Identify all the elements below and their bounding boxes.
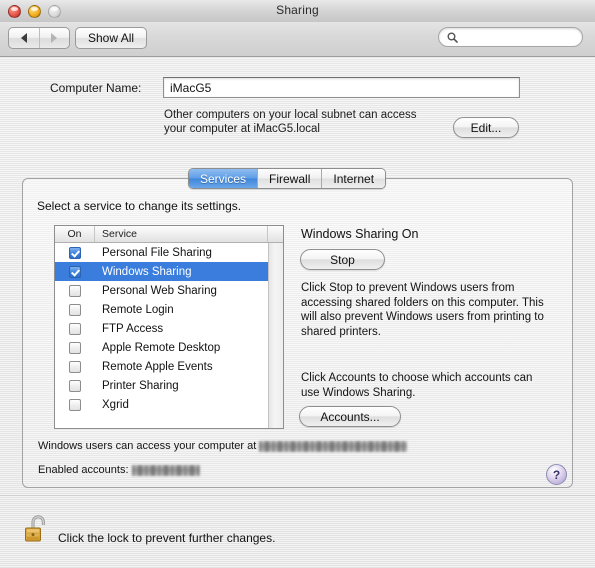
stop-button[interactable]: Stop	[300, 249, 385, 270]
enabled-accounts-status: Enabled accounts:	[38, 464, 200, 476]
computer-name-label: Computer Name:	[50, 81, 142, 95]
forward-button[interactable]	[38, 28, 70, 48]
windows-access-value-redacted	[259, 440, 408, 452]
table-row[interactable]: Apple Remote Desktop	[55, 338, 268, 357]
computer-name-hint-line1: Other computers on your local subnet can…	[164, 109, 417, 121]
tab-firewall[interactable]: Firewall	[258, 169, 323, 188]
service-on-cell[interactable]	[55, 303, 95, 316]
help-button[interactable]: ?	[546, 464, 567, 485]
computer-name-field[interactable]	[163, 77, 520, 98]
table-row[interactable]: Windows Sharing	[55, 262, 268, 281]
services-list-scrollbar[interactable]	[268, 243, 283, 428]
service-name-cell: Personal File Sharing	[102, 246, 212, 259]
window-title: Sharing	[276, 3, 319, 17]
windows-access-status: Windows users can access your computer a…	[38, 440, 408, 452]
navigation-segmented-control[interactable]	[8, 27, 70, 49]
checkbox-icon[interactable]	[69, 398, 81, 411]
accounts-button[interactable]: Accounts...	[299, 406, 401, 427]
service-name-cell: Printer Sharing	[102, 379, 179, 392]
table-row[interactable]: Remote Apple Events	[55, 357, 268, 376]
table-row[interactable]: Remote Login	[55, 300, 268, 319]
services-list-rows: Personal File Sharing Windows Sharing Pe…	[55, 243, 268, 428]
search-icon	[447, 32, 458, 43]
service-description: Click Stop to prevent Windows users from…	[301, 282, 544, 338]
checkbox-icon[interactable]	[69, 265, 81, 278]
unlocked-padlock-icon	[25, 515, 45, 542]
tab-services[interactable]: Services	[189, 169, 259, 188]
service-on-cell[interactable]	[55, 265, 95, 278]
column-header-on[interactable]: On	[55, 226, 95, 242]
service-name-cell: Remote Apple Events	[102, 360, 213, 373]
checkbox-icon[interactable]	[69, 303, 81, 316]
table-row[interactable]: Personal File Sharing	[55, 243, 268, 262]
show-all-button[interactable]: Show All	[75, 27, 148, 49]
service-on-cell[interactable]	[55, 322, 95, 335]
table-row[interactable]: Xgrid	[55, 395, 268, 414]
computer-name-hint: Other computers on your local subnet can…	[164, 108, 454, 136]
edit-button[interactable]: Edit...	[453, 117, 519, 138]
enabled-accounts-label: Enabled accounts:	[38, 464, 129, 476]
service-name-cell: Windows Sharing	[102, 265, 192, 278]
service-on-cell[interactable]	[55, 398, 95, 411]
title-bar: Sharing	[0, 0, 595, 23]
enabled-accounts-value-redacted	[131, 464, 200, 476]
checkbox-icon[interactable]	[69, 341, 81, 354]
table-row[interactable]: Personal Web Sharing	[55, 281, 268, 300]
checkbox-icon[interactable]	[69, 379, 81, 392]
accounts-description: Click Accounts to choose which accounts …	[301, 372, 533, 399]
service-name-cell: FTP Access	[102, 322, 164, 335]
services-instruction: Select a service to change its settings.	[37, 199, 242, 213]
checkbox-icon[interactable]	[69, 284, 81, 297]
service-name-cell: Apple Remote Desktop	[102, 341, 221, 354]
service-on-cell[interactable]	[55, 360, 95, 373]
computer-name-hint-line2: your computer at iMacG5.local	[164, 123, 320, 135]
service-name-cell: Xgrid	[102, 398, 129, 411]
lock-instruction-text: Click the lock to prevent further change…	[58, 531, 276, 545]
service-status-title: Windows Sharing On	[301, 227, 419, 241]
computer-name-input[interactable]	[164, 80, 519, 95]
service-name-cell: Remote Login	[102, 303, 174, 316]
services-list-header: On Service	[55, 226, 283, 243]
table-row[interactable]: Printer Sharing	[55, 376, 268, 395]
footer-divider	[0, 495, 595, 496]
back-button[interactable]	[9, 28, 39, 48]
toolbar: Show All	[0, 22, 595, 57]
services-list-body: Personal File Sharing Windows Sharing Pe…	[55, 243, 283, 428]
checkbox-icon[interactable]	[69, 322, 81, 335]
column-header-service[interactable]: Service	[95, 226, 268, 242]
service-on-cell[interactable]	[55, 246, 95, 259]
lock-button[interactable]	[24, 512, 52, 546]
service-on-cell[interactable]	[55, 341, 95, 354]
service-on-cell[interactable]	[55, 284, 95, 297]
service-name-cell: Personal Web Sharing	[102, 284, 217, 297]
column-header-pad	[268, 226, 283, 242]
forward-arrow-icon	[51, 33, 58, 43]
search-input[interactable]	[462, 31, 572, 43]
checkbox-icon[interactable]	[69, 246, 81, 259]
tab-bar: Services Firewall Internet	[188, 168, 387, 189]
search-field[interactable]	[438, 27, 583, 47]
checkbox-icon[interactable]	[69, 360, 81, 373]
back-arrow-icon	[20, 33, 27, 43]
tab-internet[interactable]: Internet	[322, 169, 386, 188]
sharing-preferences-window: Sharing Show All Computer Name: Other co…	[0, 0, 595, 568]
services-list[interactable]: On Service Personal File Sharing Windows…	[54, 225, 284, 429]
service-on-cell[interactable]	[55, 379, 95, 392]
windows-access-label: Windows users can access your computer a…	[38, 440, 257, 452]
table-row[interactable]: FTP Access	[55, 319, 268, 338]
